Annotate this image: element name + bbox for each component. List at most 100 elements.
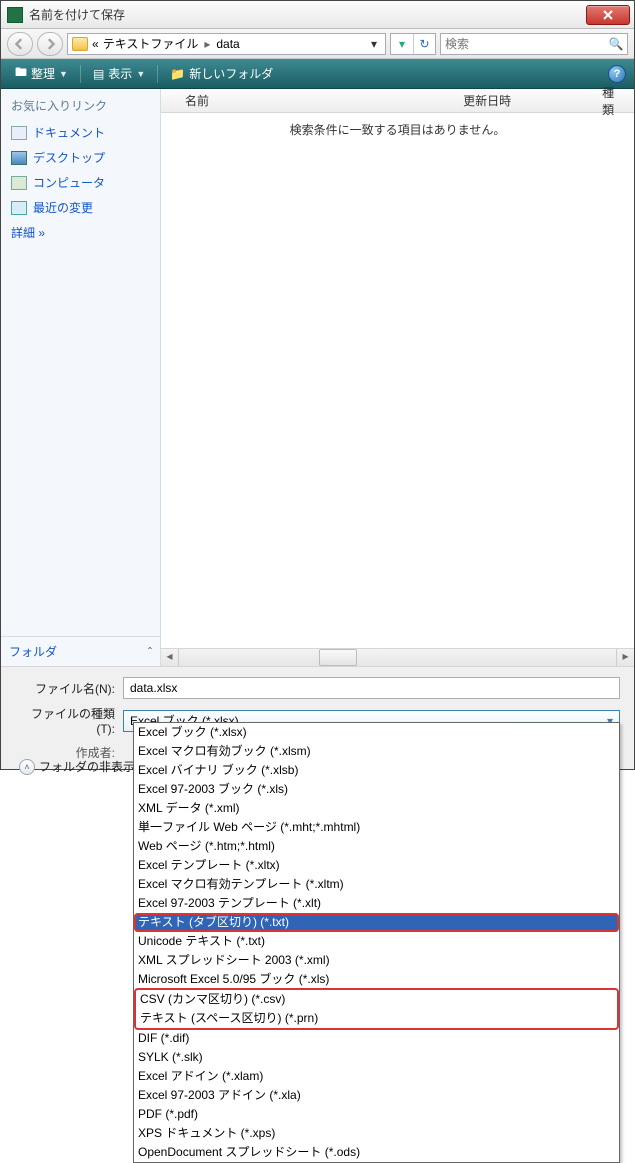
filetype-label: ファイルの種類(T):: [15, 705, 123, 736]
breadcrumb-dropdown[interactable]: ▾: [367, 37, 381, 51]
folder-icon: [72, 37, 88, 51]
filetype-option[interactable]: Excel ブック (*.xlsx): [134, 723, 619, 742]
filetype-option[interactable]: Excel マクロ有効テンプレート (*.xltm): [134, 875, 619, 894]
filetype-option[interactable]: Excel テンプレート (*.xltx): [134, 856, 619, 875]
search-box: 🔍: [440, 33, 628, 55]
filetype-option[interactable]: テキスト (タブ区切り) (*.txt): [134, 913, 619, 932]
search-input[interactable]: [441, 37, 605, 51]
filename-row: ファイル名(N): data.xlsx: [15, 677, 620, 699]
sidebar-item-label: 最近の変更: [33, 199, 93, 216]
search-icon[interactable]: 🔍: [605, 37, 627, 51]
filename-label: ファイル名(N):: [15, 680, 123, 697]
column-header-date[interactable]: 更新日時: [455, 92, 594, 109]
breadcrumb-segment-1[interactable]: テキストファイル: [103, 35, 199, 52]
filetype-dropdown-list: Excel ブック (*.xlsx)Excel マクロ有効ブック (*.xlsm…: [133, 722, 620, 1163]
hide-folders-button[interactable]: ˄ フォルダの非表示: [19, 758, 135, 775]
toolbar: 🖿 整理 ▼ ▤ 表示 ▼ 📁 新しいフォルダ ?: [1, 59, 634, 89]
sidebar-detail-link[interactable]: 詳細 »: [1, 220, 160, 245]
breadcrumb-separator: ▸: [202, 37, 212, 51]
body-split: お気に入りリンク ドキュメント デスクトップ コンピュータ 最近の変更 詳細 »…: [1, 89, 634, 666]
toolbar-separator: [157, 65, 158, 83]
filetype-option[interactable]: OpenDocument スプレッドシート (*.ods): [134, 1143, 619, 1162]
sidebar: お気に入りリンク ドキュメント デスクトップ コンピュータ 最近の変更 詳細 »…: [1, 89, 161, 666]
filetype-option[interactable]: XML データ (*.xml): [134, 799, 619, 818]
organize-button[interactable]: 🖿 整理 ▼: [9, 60, 74, 87]
computer-icon: [11, 176, 27, 190]
documents-icon: [11, 126, 27, 140]
window-title: 名前を付けて保存: [29, 6, 586, 23]
excel-app-icon: [7, 7, 23, 23]
filetype-option[interactable]: Microsoft Excel 5.0/95 ブック (*.xls): [134, 970, 619, 989]
organize-label: 整理: [31, 65, 55, 82]
nav-row: « テキストファイル ▸ data ▾ ▾ ↻ 🔍: [1, 29, 634, 59]
filetype-option[interactable]: DIF (*.dif): [134, 1029, 619, 1048]
filetype-option[interactable]: CSV (カンマ区切り) (*.csv): [136, 990, 617, 1009]
sidebar-folders-toggle[interactable]: フォルダ ˆ: [1, 636, 160, 666]
sidebar-favorites-list: ドキュメント デスクトップ コンピュータ 最近の変更: [1, 120, 160, 220]
highlight-box: CSV (カンマ区切り) (*.csv)テキスト (スペース区切り) (*.pr…: [134, 988, 619, 1030]
organize-icon: 🖿: [15, 63, 27, 84]
titlebar: 名前を付けて保存: [1, 1, 634, 29]
desktop-icon: [11, 151, 27, 165]
filetype-option[interactable]: 単一ファイル Web ページ (*.mht;*.mhtml): [134, 818, 619, 837]
filetype-option[interactable]: Excel 97-2003 アドイン (*.xla): [134, 1086, 619, 1105]
filetype-option[interactable]: XPS ドキュメント (*.xps): [134, 1124, 619, 1143]
filetype-option[interactable]: PDF (*.pdf): [134, 1105, 619, 1124]
filetype-option[interactable]: Excel バイナリ ブック (*.xlsb): [134, 761, 619, 780]
views-button[interactable]: ▤ 表示 ▼: [87, 62, 151, 85]
filetype-option[interactable]: テキスト (スペース区切り) (*.prn): [136, 1009, 617, 1028]
refresh-buttons: ▾ ↻: [390, 33, 436, 55]
filetype-option[interactable]: Excel マクロ有効ブック (*.xlsm): [134, 742, 619, 761]
scroll-left-button[interactable]: ◂: [161, 649, 179, 666]
filetype-option[interactable]: Excel 97-2003 ブック (*.xls): [134, 780, 619, 799]
sidebar-item-desktop[interactable]: デスクトップ: [7, 145, 154, 170]
scroll-thumb[interactable]: [319, 649, 357, 666]
chevron-down-icon: ▼: [136, 69, 145, 79]
chevron-up-icon: ˄: [19, 759, 35, 775]
views-icon: ▤: [93, 67, 104, 81]
filetype-option[interactable]: SYLK (*.slk): [134, 1048, 619, 1067]
breadcrumb-prefix: «: [92, 37, 99, 51]
sidebar-item-label: ドキュメント: [33, 124, 105, 141]
horizontal-scrollbar[interactable]: ◂ ▸: [161, 648, 634, 666]
sidebar-item-recent[interactable]: 最近の変更: [7, 195, 154, 220]
refresh-button[interactable]: ↻: [413, 34, 435, 54]
scroll-right-button[interactable]: ▸: [616, 649, 634, 666]
sidebar-heading: お気に入りリンク: [1, 89, 160, 120]
file-list-pane: 名前 更新日時 種類 検索条件に一致する項目はありません。 ◂ ▸: [161, 89, 634, 666]
close-icon: [603, 10, 613, 20]
chevron-down-icon: ▼: [59, 69, 68, 79]
column-header-name[interactable]: 名前: [177, 92, 455, 109]
chevron-up-icon: ˆ: [148, 645, 152, 659]
breadcrumb-segment-2[interactable]: data: [216, 37, 239, 51]
nav-forward-button[interactable]: [37, 32, 63, 56]
new-folder-button[interactable]: 📁 新しいフォルダ: [164, 62, 279, 85]
hide-folders-label: フォルダの非表示: [39, 758, 135, 775]
no-results-text: 検索条件に一致する項目はありません。: [161, 113, 634, 138]
help-button[interactable]: ?: [608, 65, 626, 83]
recent-icon: [11, 201, 27, 215]
breadcrumb[interactable]: « テキストファイル ▸ data ▾: [67, 33, 386, 55]
filetype-option[interactable]: XML スプレッドシート 2003 (*.xml): [134, 951, 619, 970]
filename-value: data.xlsx: [130, 681, 177, 695]
sidebar-item-documents[interactable]: ドキュメント: [7, 120, 154, 145]
column-headers: 名前 更新日時 種類: [161, 89, 634, 113]
history-dropdown-button[interactable]: ▾: [391, 34, 413, 54]
sidebar-item-label: デスクトップ: [33, 149, 105, 166]
nav-back-button[interactable]: [7, 32, 33, 56]
close-button[interactable]: [586, 5, 630, 25]
new-folder-label: 新しいフォルダ: [189, 65, 273, 82]
arrow-left-icon: [14, 38, 26, 50]
arrow-right-icon: [44, 38, 56, 50]
filename-input[interactable]: data.xlsx: [123, 677, 620, 699]
views-label: 表示: [108, 65, 132, 82]
toolbar-separator: [80, 65, 81, 83]
sidebar-item-computer[interactable]: コンピュータ: [7, 170, 154, 195]
filetype-option[interactable]: Excel アドイン (*.xlam): [134, 1067, 619, 1086]
filetype-option[interactable]: Web ページ (*.htm;*.html): [134, 837, 619, 856]
filetype-option[interactable]: Unicode テキスト (*.txt): [134, 932, 619, 951]
new-folder-icon: 📁: [170, 67, 185, 81]
form-area-wrap: ファイル名(N): data.xlsx ファイルの種類(T): Excel ブッ…: [1, 666, 634, 769]
sidebar-item-label: コンピュータ: [33, 174, 105, 191]
filetype-option[interactable]: Excel 97-2003 テンプレート (*.xlt): [134, 894, 619, 913]
